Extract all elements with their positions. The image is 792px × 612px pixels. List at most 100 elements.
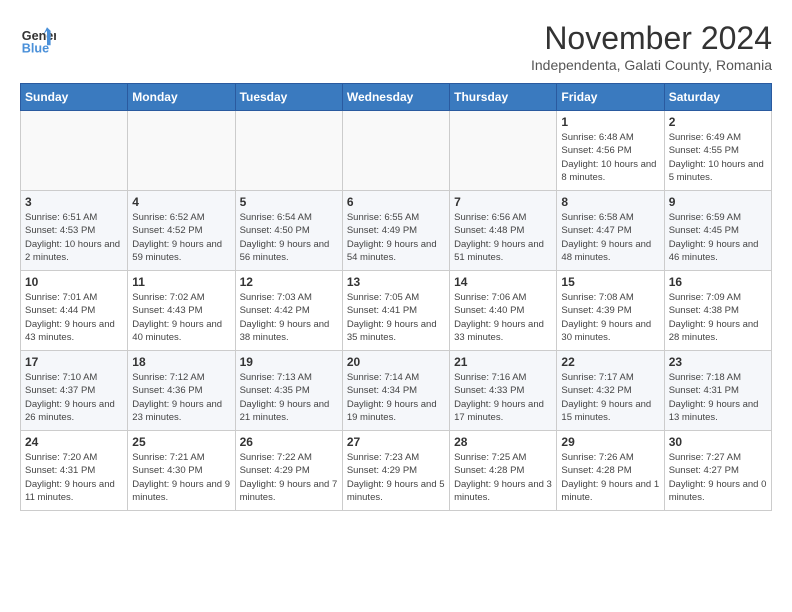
day-number: 5 [240,195,338,209]
calendar-cell [21,111,128,191]
calendar-cell: 12Sunrise: 7:03 AM Sunset: 4:42 PM Dayli… [235,271,342,351]
page-header: General Blue November 2024 Independenta,… [20,20,772,73]
column-header-wednesday: Wednesday [342,84,449,111]
column-header-tuesday: Tuesday [235,84,342,111]
day-info: Sunrise: 6:54 AM Sunset: 4:50 PM Dayligh… [240,211,338,264]
calendar-cell [342,111,449,191]
day-info: Sunrise: 7:20 AM Sunset: 4:31 PM Dayligh… [25,451,123,504]
day-number: 8 [561,195,659,209]
day-info: Sunrise: 7:06 AM Sunset: 4:40 PM Dayligh… [454,291,552,344]
day-info: Sunrise: 7:10 AM Sunset: 4:37 PM Dayligh… [25,371,123,424]
day-info: Sunrise: 6:56 AM Sunset: 4:48 PM Dayligh… [454,211,552,264]
column-header-friday: Friday [557,84,664,111]
title-block: November 2024 Independenta, Galati Count… [531,20,772,73]
calendar-cell: 5 Sunrise: 6:54 AM Sunset: 4:50 PM Daylig… [235,191,342,271]
logo: General Blue [20,20,56,56]
day-info: Sunrise: 7:23 AM Sunset: 4:29 PM Dayligh… [347,451,445,504]
day-number: 30 [669,435,767,449]
calendar-cell: 24Sunrise: 7:20 AM Sunset: 4:31 PM Dayli… [21,431,128,511]
day-number: 28 [454,435,552,449]
day-info: Sunrise: 7:16 AM Sunset: 4:33 PM Dayligh… [454,371,552,424]
day-number: 20 [347,355,445,369]
day-info: Sunrise: 7:05 AM Sunset: 4:41 PM Dayligh… [347,291,445,344]
day-number: 25 [132,435,230,449]
calendar-cell: 21 Sunrise: 7:16 AM Sunset: 4:33 PM Dayli… [450,351,557,431]
week-row-4: 17 Sunrise: 7:10 AM Sunset: 4:37 PM Dayli… [21,351,772,431]
day-number: 26 [240,435,338,449]
day-info: Sunrise: 7:25 AM Sunset: 4:28 PM Dayligh… [454,451,552,504]
day-number: 21 [454,355,552,369]
day-number: 1 [561,115,659,129]
day-number: 18 [132,355,230,369]
calendar-table: SundayMondayTuesdayWednesdayThursdayFrid… [20,83,772,511]
day-number: 9 [669,195,767,209]
calendar-body: 1Sunrise: 6:48 AM Sunset: 4:56 PM Daylig… [21,111,772,511]
day-info: Sunrise: 7:26 AM Sunset: 4:28 PM Dayligh… [561,451,659,504]
day-info: Sunrise: 7:02 AM Sunset: 4:43 PM Dayligh… [132,291,230,344]
day-number: 6 [347,195,445,209]
day-info: Sunrise: 6:59 AM Sunset: 4:45 PM Dayligh… [669,211,767,264]
calendar-cell [128,111,235,191]
week-row-1: 1Sunrise: 6:48 AM Sunset: 4:56 PM Daylig… [21,111,772,191]
day-info: Sunrise: 6:58 AM Sunset: 4:47 PM Dayligh… [561,211,659,264]
calendar-cell: 22 Sunrise: 7:17 AM Sunset: 4:32 PM Dayli… [557,351,664,431]
calendar-cell: 6 Sunrise: 6:55 AM Sunset: 4:49 PM Daylig… [342,191,449,271]
column-header-sunday: Sunday [21,84,128,111]
day-number: 10 [25,275,123,289]
day-info: Sunrise: 7:17 AM Sunset: 4:32 PM Dayligh… [561,371,659,424]
day-number: 15 [561,275,659,289]
calendar-cell: 9 Sunrise: 6:59 AM Sunset: 4:45 PM Daylig… [664,191,771,271]
week-row-2: 3 Sunrise: 6:51 AM Sunset: 4:53 PM Daylig… [21,191,772,271]
calendar-cell: 30 Sunrise: 7:27 AM Sunset: 4:27 PM Dayli… [664,431,771,511]
day-info: Sunrise: 7:18 AM Sunset: 4:31 PM Dayligh… [669,371,767,424]
day-info: Sunrise: 7:21 AM Sunset: 4:30 PM Dayligh… [132,451,230,504]
calendar-cell: 28 Sunrise: 7:25 AM Sunset: 4:28 PM Dayli… [450,431,557,511]
header-row: SundayMondayTuesdayWednesdayThursdayFrid… [21,84,772,111]
column-header-saturday: Saturday [664,84,771,111]
column-header-thursday: Thursday [450,84,557,111]
calendar-cell: 20 Sunrise: 7:14 AM Sunset: 4:34 PM Dayli… [342,351,449,431]
calendar-cell: 10Sunrise: 7:01 AM Sunset: 4:44 PM Dayli… [21,271,128,351]
day-info: Sunrise: 6:51 AM Sunset: 4:53 PM Dayligh… [25,211,123,264]
calendar-cell: 25 Sunrise: 7:21 AM Sunset: 4:30 PM Dayli… [128,431,235,511]
day-info: Sunrise: 7:22 AM Sunset: 4:29 PM Dayligh… [240,451,338,504]
calendar-cell: 2 Sunrise: 6:49 AM Sunset: 4:55 PM Daylig… [664,111,771,191]
day-number: 2 [669,115,767,129]
calendar-cell: 14 Sunrise: 7:06 AM Sunset: 4:40 PM Dayli… [450,271,557,351]
calendar-cell: 18Sunrise: 7:12 AM Sunset: 4:36 PM Dayli… [128,351,235,431]
calendar-header: SundayMondayTuesdayWednesdayThursdayFrid… [21,84,772,111]
day-number: 13 [347,275,445,289]
logo-icon: General Blue [20,20,56,56]
day-number: 16 [669,275,767,289]
calendar-cell: 8 Sunrise: 6:58 AM Sunset: 4:47 PM Daylig… [557,191,664,271]
day-info: Sunrise: 7:09 AM Sunset: 4:38 PM Dayligh… [669,291,767,344]
column-header-monday: Monday [128,84,235,111]
day-info: Sunrise: 6:55 AM Sunset: 4:49 PM Dayligh… [347,211,445,264]
day-number: 7 [454,195,552,209]
svg-text:Blue: Blue [22,41,49,55]
day-number: 17 [25,355,123,369]
calendar-cell: 7 Sunrise: 6:56 AM Sunset: 4:48 PM Daylig… [450,191,557,271]
calendar-cell: 19Sunrise: 7:13 AM Sunset: 4:35 PM Dayli… [235,351,342,431]
calendar-cell: 16 Sunrise: 7:09 AM Sunset: 4:38 PM Dayli… [664,271,771,351]
calendar-cell: 26 Sunrise: 7:22 AM Sunset: 4:29 PM Dayli… [235,431,342,511]
calendar-cell: 13 Sunrise: 7:05 AM Sunset: 4:41 PM Dayli… [342,271,449,351]
month-title: November 2024 [531,20,772,57]
day-info: Sunrise: 7:14 AM Sunset: 4:34 PM Dayligh… [347,371,445,424]
calendar-cell: 1Sunrise: 6:48 AM Sunset: 4:56 PM Daylig… [557,111,664,191]
calendar-cell [235,111,342,191]
day-info: Sunrise: 6:49 AM Sunset: 4:55 PM Dayligh… [669,131,767,184]
calendar-cell: 15Sunrise: 7:08 AM Sunset: 4:39 PM Dayli… [557,271,664,351]
day-info: Sunrise: 6:52 AM Sunset: 4:52 PM Dayligh… [132,211,230,264]
calendar-cell [450,111,557,191]
day-number: 3 [25,195,123,209]
day-number: 22 [561,355,659,369]
day-number: 23 [669,355,767,369]
day-number: 14 [454,275,552,289]
day-info: Sunrise: 7:27 AM Sunset: 4:27 PM Dayligh… [669,451,767,504]
calendar-cell: 3 Sunrise: 6:51 AM Sunset: 4:53 PM Daylig… [21,191,128,271]
calendar-cell: 23 Sunrise: 7:18 AM Sunset: 4:31 PM Dayli… [664,351,771,431]
day-number: 29 [561,435,659,449]
calendar-cell: 27Sunrise: 7:23 AM Sunset: 4:29 PM Dayli… [342,431,449,511]
day-number: 12 [240,275,338,289]
